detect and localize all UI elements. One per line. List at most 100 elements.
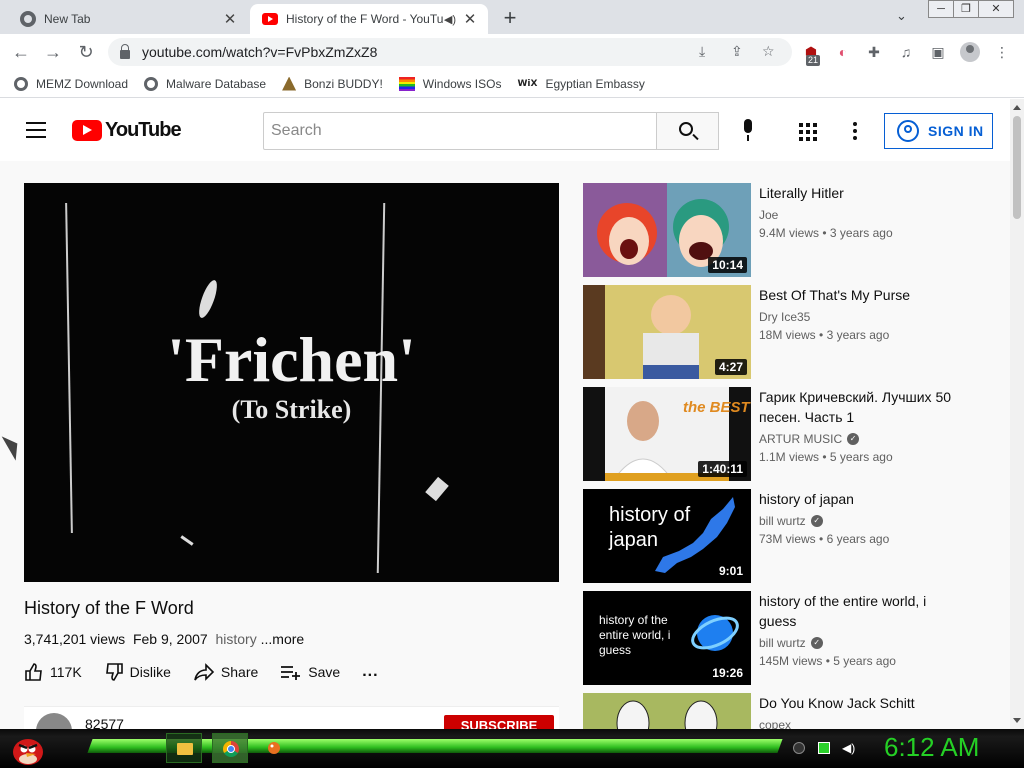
recommendation-item[interactable]: history of the entire world, i guess 19:… <box>583 591 983 685</box>
thumbs-up-icon <box>25 663 42 681</box>
subscribe-button[interactable]: SUBSCRIBE <box>444 715 554 729</box>
recommendation-title[interactable]: Literally Hitler <box>759 183 959 203</box>
search-input[interactable]: Search <box>263 112 657 150</box>
url-text[interactable]: youtube.com/watch?v=FvPbxZmZxZ8 <box>142 44 377 60</box>
recommendation-title[interactable]: history of the entire world, i guess <box>759 591 959 631</box>
settings-more-icon[interactable] <box>853 122 857 140</box>
taskbar-chrome[interactable] <box>212 733 248 763</box>
share-button[interactable]: Share <box>193 662 258 682</box>
recommendation-item[interactable]: Do You Know Jack Schitt copex <box>583 693 983 729</box>
more-horizontal-icon: ... <box>362 663 379 680</box>
bookmark-malware-database[interactable]: Malware Database <box>144 76 266 91</box>
video-duration: 1:40:11 <box>698 461 747 477</box>
like-button[interactable]: 117K <box>24 662 82 682</box>
browser-toolbar: ← → ↻ youtube.com/watch?v=FvPbxZmZxZ8 ⤓ … <box>0 34 1024 70</box>
video-thumbnail[interactable]: history of japan 9:01 <box>583 489 751 583</box>
recommendation-item[interactable]: 4:27 Best Of That's My Purse Dry Ice35 1… <box>583 285 983 379</box>
forward-arrow-icon[interactable]: → <box>41 40 65 64</box>
lock-icon[interactable] <box>120 43 130 59</box>
close-tab-icon[interactable]: ✕ <box>460 10 480 28</box>
tab-new-tab[interactable]: New Tab ✕ <box>8 4 248 34</box>
microphone-icon[interactable] <box>738 119 758 143</box>
scrollbar-thumb[interactable] <box>1013 116 1021 219</box>
recommendation-title[interactable]: history of japan <box>759 489 959 509</box>
upload-age: 5 years ago <box>829 450 893 464</box>
video-duration: 10:14 <box>708 257 747 273</box>
chrome-menu-icon[interactable]: ⋮ <box>993 43 1011 61</box>
video-thumbnail[interactable]: the BEST 1:40:11 <box>583 387 751 481</box>
video-meta[interactable]: 3,741,201 views Feb 9, 2007 history ...m… <box>24 631 304 647</box>
dislike-button[interactable]: Dislike <box>104 662 171 682</box>
bookmark-bonzi-buddy[interactable]: Bonzi BUDDY! <box>282 76 383 91</box>
back-arrow-icon[interactable]: ← <box>9 40 33 64</box>
recommendation-channel[interactable]: copex <box>759 718 791 729</box>
sign-in-button[interactable]: SIGN IN <box>884 113 993 149</box>
scroll-down-arrow-icon[interactable] <box>1013 718 1021 723</box>
recommendation-channel[interactable]: ARTUR MUSIC ✓ <box>759 432 860 446</box>
more-description-link[interactable]: ...more <box>261 631 305 647</box>
taskbar-file-explorer[interactable] <box>166 733 202 763</box>
speaker-icon[interactable]: ◀) <box>444 13 456 26</box>
close-tab-icon[interactable]: ✕ <box>220 10 240 28</box>
more-actions-button[interactable]: ... <box>362 663 378 681</box>
angry-bird-icon <box>13 739 43 765</box>
bookmark-memz-download[interactable]: MEMZ Download <box>14 76 129 91</box>
profile-avatar-icon[interactable] <box>960 42 980 62</box>
start-button[interactable] <box>6 731 46 767</box>
install-app-icon[interactable]: ⤓ <box>699 43 705 60</box>
reload-icon[interactable]: ↻ <box>74 40 98 64</box>
share-icon[interactable]: ⇪ <box>731 43 743 60</box>
new-tab-button[interactable]: + <box>498 5 522 31</box>
bookmark-label: MEMZ Download <box>36 76 129 91</box>
tab-youtube-video[interactable]: History of the F Word - YouTube ◀) ✕ <box>250 4 488 34</box>
video-thumbnail[interactable]: 4:27 <box>583 285 751 379</box>
media-control-icon[interactable]: ♫ <box>897 43 915 61</box>
volume-icon[interactable]: ◀) <box>842 742 855 754</box>
extension-flag-icon[interactable]: ◐ <box>834 43 852 61</box>
recommendation-item[interactable]: the BEST 1:40:11 Гарик Кричевский. Лучши… <box>583 387 983 481</box>
hamburger-menu-icon[interactable] <box>26 122 46 138</box>
tab-search-chevron-icon[interactable]: ⌄ <box>896 8 907 24</box>
channel-name[interactable]: 82577 <box>85 716 124 729</box>
video-thumbnail[interactable]: 10:14 <box>583 183 751 277</box>
taskbar-clock[interactable]: 6:12 AM <box>884 732 979 763</box>
recommendation-title[interactable]: Гарик Кричевский. Лучших 50 песен. Часть… <box>759 387 959 427</box>
youtube-logo[interactable]: YouTube <box>72 119 182 142</box>
bookmark-star-icon[interactable]: ☆ <box>762 43 775 60</box>
recommendation-title[interactable]: Best Of That's My Purse <box>759 285 959 305</box>
page-scrollbar[interactable] <box>1010 99 1024 729</box>
bookmark-windows-isos[interactable]: Windows ISOs <box>398 76 501 91</box>
maximize-button[interactable]: ❐ <box>953 0 979 18</box>
video-thumbnail[interactable] <box>583 693 751 729</box>
side-panel-icon[interactable]: ▣ <box>929 43 947 61</box>
video-player[interactable]: 'Frichen' (To Strike) <box>24 183 559 582</box>
youtube-logo-text: YouTube <box>105 119 182 141</box>
apps-grid-icon[interactable] <box>799 123 817 141</box>
recommendation-stats: 9.4M views • 3 years ago <box>759 226 893 240</box>
network-icon[interactable] <box>818 742 830 754</box>
upload-age: 3 years ago <box>826 328 890 342</box>
recommendation-item[interactable]: history of japan 9:01 history of japan b… <box>583 489 983 583</box>
video-duration: 4:27 <box>714 359 747 375</box>
close-window-button[interactable]: ✕ <box>978 0 1014 18</box>
tray-expand-icon[interactable] <box>793 742 805 754</box>
globe-icon <box>144 76 159 91</box>
recommendation-channel[interactable]: bill wurtz ✓ <box>759 514 823 528</box>
minimize-button[interactable]: ─ <box>928 0 954 18</box>
channel-avatar[interactable] <box>36 713 72 729</box>
recommendation-item[interactable]: 10:14 Literally Hitler Joe 9.4M views • … <box>583 183 983 277</box>
recommendation-channel[interactable]: bill wurtz ✓ <box>759 636 823 650</box>
search-button[interactable] <box>656 112 719 150</box>
video-thumbnail[interactable]: history of the entire world, i guess 19:… <box>583 591 751 685</box>
taskbar-app-bird[interactable] <box>266 739 282 755</box>
recommendation-title[interactable]: Do You Know Jack Schitt <box>759 693 959 713</box>
save-button[interactable]: Save <box>280 662 340 682</box>
bookmark-egyptian-embassy[interactable]: WiX Egyptian Embassy <box>517 77 644 91</box>
recommendation-channel[interactable]: Dry Ice35 <box>759 310 810 324</box>
video-tag[interactable]: history <box>215 631 256 647</box>
youtube-play-icon <box>72 120 102 141</box>
extensions-puzzle-icon[interactable]: ✚ <box>865 43 883 61</box>
address-bar[interactable]: youtube.com/watch?v=FvPbxZmZxZ8 <box>108 38 792 66</box>
recommendation-channel[interactable]: Joe <box>759 208 778 222</box>
scroll-up-arrow-icon[interactable] <box>1013 105 1021 110</box>
